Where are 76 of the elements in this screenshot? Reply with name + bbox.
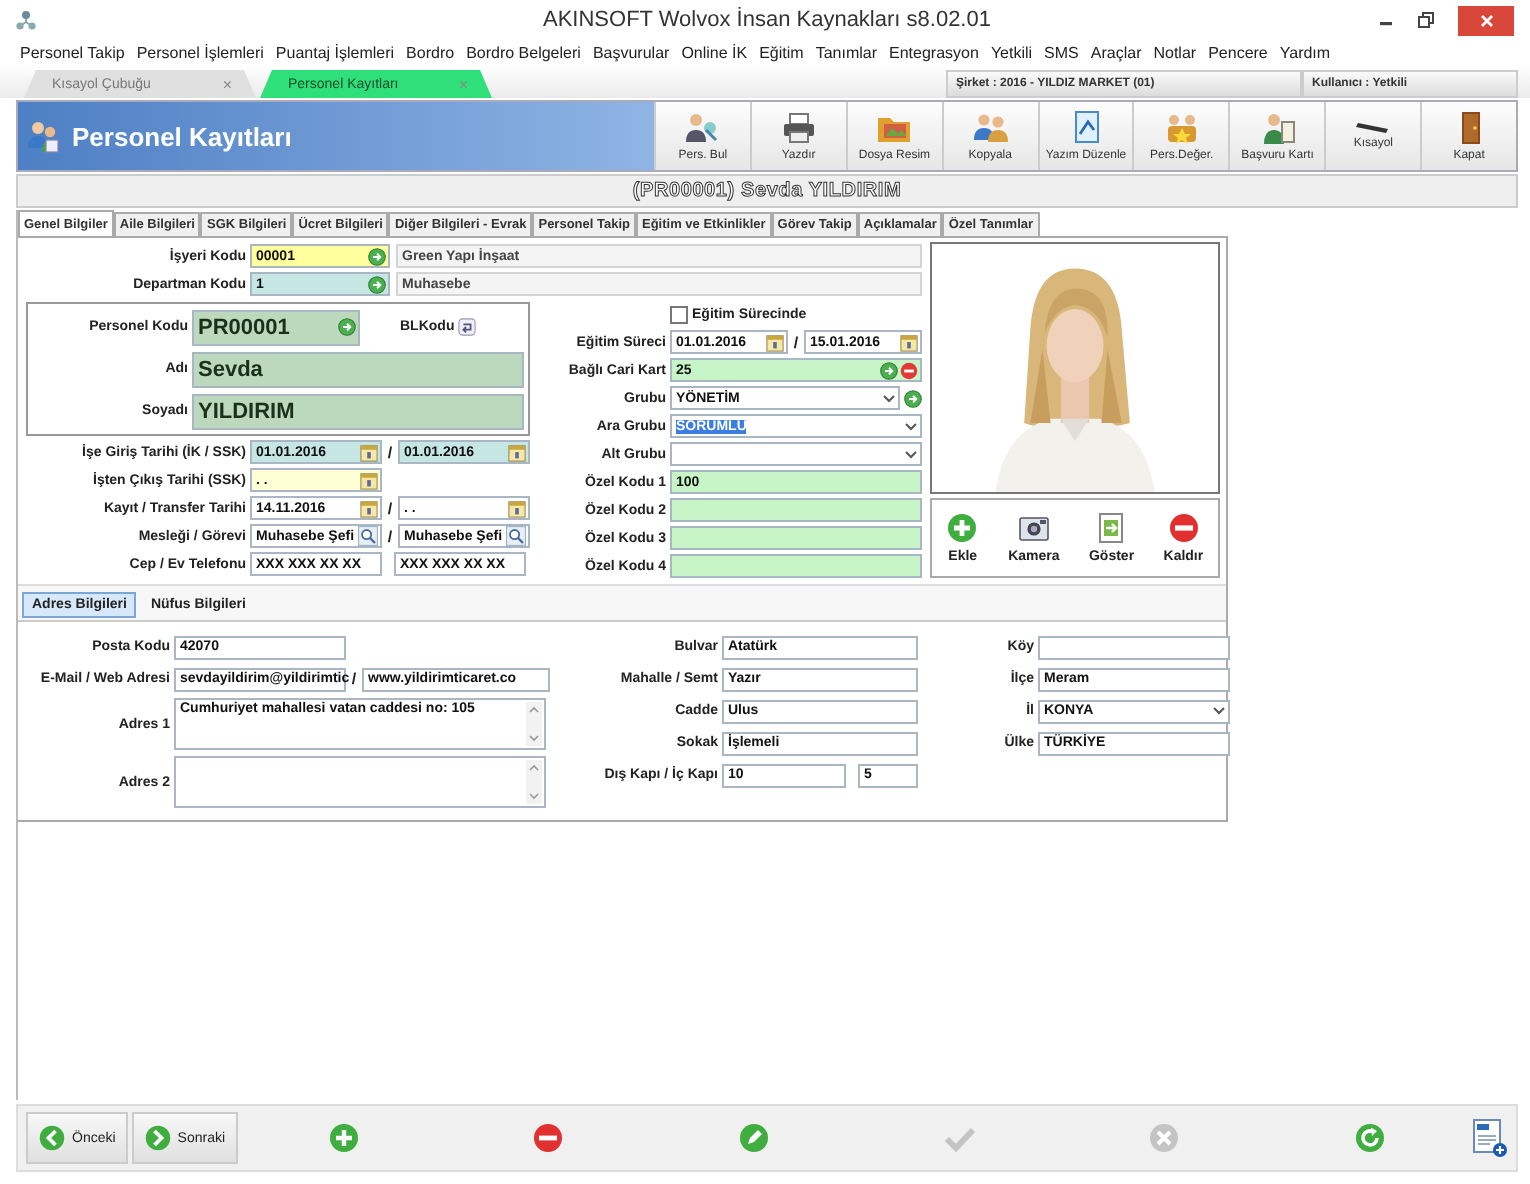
record-title: (PR00001) Sevda YILDIRIM — [632, 180, 902, 202]
camera-icon — [1017, 512, 1050, 544]
calendar-icon[interactable] — [360, 443, 378, 461]
separator-text: / — [385, 443, 395, 461]
arrow-left-icon — [38, 1124, 66, 1152]
arrow-circle-icon[interactable] — [368, 247, 386, 265]
checkbox[interactable] — [670, 306, 688, 324]
document-icon[interactable] — [1472, 1118, 1508, 1158]
menu-item[interactable]: Pencere — [1208, 44, 1268, 62]
close-icon — [1479, 13, 1493, 27]
arrow-right-icon — [143, 1124, 172, 1152]
menu-item[interactable]: Başvurular — [592, 44, 670, 62]
chevron-down-icon[interactable] — [1212, 706, 1226, 716]
calendar-icon[interactable] — [360, 471, 378, 489]
calendar-icon[interactable] — [508, 499, 526, 517]
menu-item[interactable]: Puantaj İşlemleri — [275, 44, 395, 62]
text-field[interactable] — [670, 526, 922, 550]
text-field[interactable]: YILDIRIM — [192, 393, 524, 429]
text-field[interactable] — [670, 498, 922, 522]
separator-text: / — [385, 527, 395, 545]
chevron-down-icon[interactable] — [904, 421, 918, 431]
people-icon — [972, 110, 1009, 146]
menu-item[interactable]: Entegrasyon — [889, 44, 979, 62]
scrollbar[interactable] — [526, 760, 542, 804]
menu-item[interactable]: Araçlar — [1090, 44, 1142, 62]
bar-icon — [1356, 122, 1391, 134]
close-button[interactable] — [1458, 5, 1514, 35]
people-icon — [1163, 110, 1200, 146]
menu-item[interactable]: Personel Takip — [20, 44, 125, 62]
menu-item[interactable]: Bordro Belgeleri — [466, 44, 581, 62]
separator-text: / — [349, 670, 359, 688]
calendar-icon[interactable] — [766, 333, 784, 351]
menu-item[interactable]: Eğitim — [759, 44, 804, 62]
people-icon — [684, 110, 721, 146]
printer-icon — [780, 110, 817, 146]
edit-icon[interactable] — [737, 1122, 770, 1154]
menu-item[interactable]: Online İK — [681, 44, 748, 62]
minus-circle-icon — [1167, 512, 1200, 544]
minus-circle-icon[interactable] — [900, 361, 918, 379]
arrow-icon[interactable] — [458, 318, 477, 336]
calendar-icon[interactable] — [360, 499, 378, 517]
text-field[interactable] — [670, 554, 922, 578]
menu-item[interactable]: Yardım — [1279, 44, 1331, 62]
person-icon — [1259, 110, 1296, 146]
plus-circle-icon — [946, 512, 979, 544]
arrow-circle-icon[interactable] — [368, 275, 386, 293]
refresh-icon[interactable] — [1353, 1122, 1386, 1154]
separator-text: / — [791, 333, 801, 351]
arrow-circle-icon[interactable] — [338, 318, 356, 336]
window-title: AKINSOFT Wolvox İnsan Kaynakları s8.02.01 — [541, 8, 993, 32]
chevron-down-icon[interactable] — [904, 449, 918, 459]
separator-text: / — [385, 499, 395, 517]
scrollbar[interactable] — [526, 702, 542, 746]
menu-item[interactable]: Notlar — [1153, 44, 1197, 62]
page-title: Personel Kayıtları — [72, 121, 292, 151]
search-icon[interactable] — [506, 526, 526, 546]
calendar-icon[interactable] — [900, 333, 918, 351]
restore-icon[interactable] — [1418, 12, 1434, 28]
menu-item[interactable]: Tanımlar — [815, 44, 878, 62]
search-icon[interactable] — [358, 526, 378, 546]
menu-item[interactable]: SMS — [1044, 44, 1079, 62]
people-icon — [26, 118, 62, 154]
menu-item[interactable]: Bordro — [406, 44, 455, 62]
chevron-down-icon[interactable] — [882, 393, 896, 403]
arrow-circle-icon[interactable] — [880, 361, 898, 379]
minus-circle-icon[interactable] — [532, 1122, 565, 1154]
menu-item[interactable]: Personel İşlemleri — [136, 44, 264, 62]
menu-item[interactable]: Yetkili — [990, 44, 1033, 62]
arrow-circle-icon[interactable] — [904, 389, 922, 407]
text-field[interactable]: PR00001 — [192, 309, 360, 345]
image-icon — [1095, 512, 1128, 544]
app-icon — [16, 9, 36, 31]
plus-circle-icon[interactable] — [327, 1122, 360, 1154]
text-field[interactable] — [1038, 635, 1230, 659]
text-field[interactable]: Sevda — [192, 351, 524, 387]
calendar-icon[interactable] — [508, 443, 526, 461]
